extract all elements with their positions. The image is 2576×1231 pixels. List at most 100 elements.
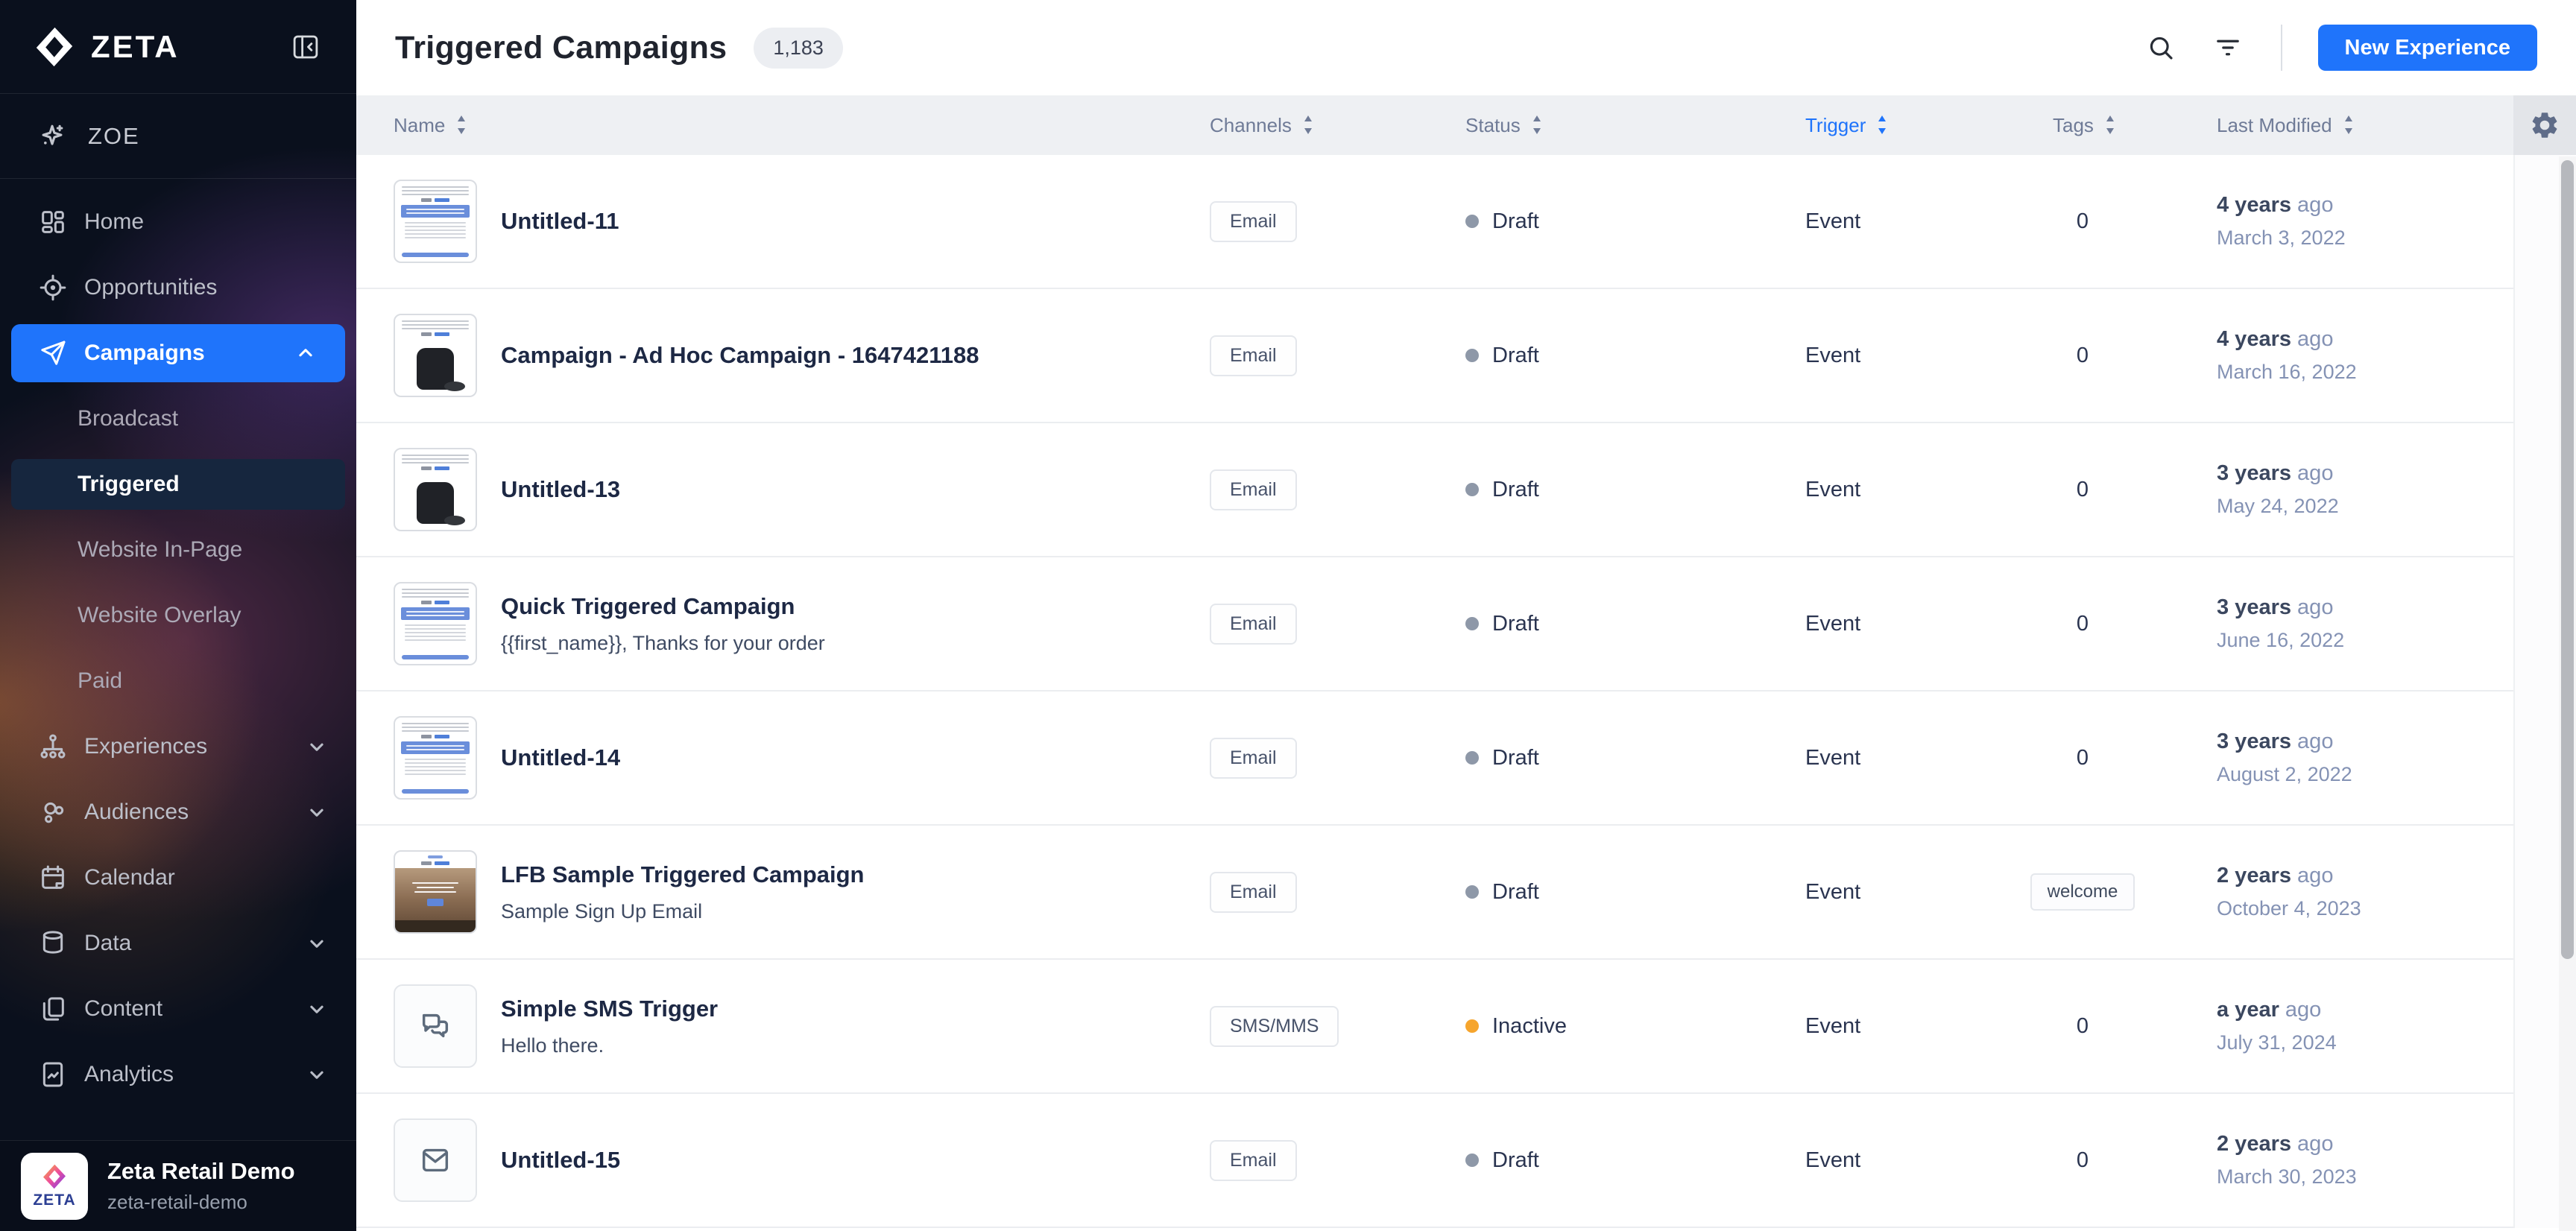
column-label: Tags (2053, 114, 2094, 137)
sitemap-icon (38, 732, 68, 762)
status-label: Draft (1492, 612, 1539, 636)
cell-trigger: Event (1805, 1014, 2030, 1039)
name-wrap: Campaign - Ad Hoc Campaign - 1647421188 (501, 342, 979, 369)
modified-ago: ago (2291, 193, 2333, 217)
campaign-name: Campaign - Ad Hoc Campaign - 1647421188 (501, 342, 979, 369)
sidebar-item-calendar[interactable]: Calendar (0, 845, 356, 911)
table-row[interactable]: Untitled-15EmailDraftEvent02 years agoMa… (356, 1094, 2576, 1228)
cell-channels: Email (1210, 335, 1465, 376)
cell-name: Simple SMS TriggerHello there. (356, 984, 1210, 1068)
database-icon (38, 928, 68, 958)
table-row[interactable]: LFB Sample Triggered CampaignSample Sign… (356, 826, 2576, 960)
sidebar-item-paid[interactable]: Paid (0, 648, 356, 714)
sidebar-item-triggered[interactable]: Triggered (11, 459, 345, 510)
table-row[interactable]: Campaign - Ad Hoc Campaign - 1647421188 E… (356, 289, 2576, 423)
sidebar-item-label: Data (84, 931, 131, 956)
new-experience-button[interactable]: New Experience (2318, 25, 2537, 71)
scrollbar-thumb[interactable] (2561, 160, 2574, 959)
cell-trigger: Event (1805, 344, 2030, 368)
campaign-name: Untitled-15 (501, 1147, 620, 1174)
cell-status: Draft (1465, 1148, 1805, 1173)
status-dot-draft (1465, 617, 1479, 630)
table-row[interactable]: Simple SMS TriggerHello there.SMS/MMSIna… (356, 960, 2576, 1094)
cell-last-modified: 2 years agoOctober 4, 2023 (2217, 864, 2512, 920)
sidebar-item-campaigns[interactable]: Campaigns (11, 324, 345, 382)
cell-status: Draft (1465, 746, 1805, 770)
target-icon (38, 273, 68, 303)
send-icon (38, 338, 68, 368)
filter-button[interactable] (2211, 31, 2245, 65)
campaign-name: Untitled-11 (501, 208, 619, 235)
campaign-thumbnail (394, 180, 477, 263)
sidebar-item-experiences[interactable]: Experiences (0, 714, 356, 779)
pages-icon (38, 994, 68, 1024)
sidebar-item-label: Content (84, 996, 162, 1022)
column-header-trigger[interactable]: Trigger (1805, 113, 2030, 137)
channel-chip: Email (1210, 335, 1297, 376)
doc-chart-icon (38, 1060, 68, 1089)
table-row[interactable]: Untitled-14EmailDraftEvent03 years agoAu… (356, 692, 2576, 826)
sidebar-item-data[interactable]: Data (0, 911, 356, 976)
column-header-status[interactable]: Status (1465, 113, 1805, 137)
cell-status: Draft (1465, 612, 1805, 636)
modified-date: July 31, 2024 (2217, 1031, 2512, 1054)
table-row[interactable]: Quick Triggered Campaign{{first_name}}, … (356, 557, 2576, 692)
cell-tags: 0 (2030, 1148, 2217, 1173)
table-row[interactable]: Untitled-13EmailDraftEvent03 years agoMa… (356, 423, 2576, 557)
modified-relative: 3 years (2217, 595, 2291, 619)
cell-channels: SMS/MMS (1210, 1006, 1465, 1047)
filter-icon (2212, 32, 2244, 63)
sidebar-collapse-button[interactable] (288, 29, 323, 65)
status-dot-draft (1465, 349, 1479, 362)
sidebar-item-website-overlay[interactable]: Website Overlay (0, 583, 356, 648)
modified-ago: ago (2291, 730, 2333, 753)
sidebar-item-analytics[interactable]: Analytics (0, 1042, 356, 1107)
sidebar-item-zoe[interactable]: ZOE (0, 94, 356, 179)
workspace-switcher[interactable]: ZETA Zeta Retail Demo zeta-retail-demo (0, 1140, 356, 1231)
sidebar-item-label: Campaigns (84, 341, 205, 366)
topbar-actions: New Experience (2144, 25, 2537, 71)
campaign-thumbnail (394, 716, 477, 800)
sidebar-item-opportunities[interactable]: Opportunities (0, 255, 356, 320)
column-header-channels[interactable]: Channels (1210, 113, 1465, 137)
sort-icon (454, 113, 469, 137)
search-button[interactable] (2144, 31, 2178, 65)
sidebar-item-label: Audiences (84, 800, 189, 825)
sidebar-item-website-in-page[interactable]: Website In-Page (0, 517, 356, 583)
status-label: Draft (1492, 209, 1539, 234)
cell-tags: 0 (2030, 746, 2217, 770)
sidebar-item-broadcast[interactable]: Broadcast (0, 386, 356, 452)
search-icon (2145, 32, 2176, 63)
cell-tags: 0 (2030, 478, 2217, 502)
modified-relative: 4 years (2217, 193, 2291, 217)
column-header-modified[interactable]: Last Modified (2217, 113, 2512, 137)
table-settings-button[interactable] (2513, 95, 2576, 155)
modified-date: June 16, 2022 (2217, 629, 2512, 652)
modified-relative: a year (2217, 998, 2279, 1022)
name-wrap: Simple SMS TriggerHello there. (501, 996, 718, 1057)
main-content: Triggered Campaigns 1,183 New Experience… (356, 0, 2576, 1231)
column-label: Channels (1210, 114, 1292, 137)
chat-bubbles-icon (418, 1009, 452, 1043)
column-header-name[interactable]: Name (356, 113, 1210, 137)
sidebar-item-label: Broadcast (78, 406, 178, 431)
cell-name: Campaign - Ad Hoc Campaign - 1647421188 (356, 314, 1210, 397)
modified-relative: 4 years (2217, 327, 2291, 351)
modified-date: May 24, 2022 (2217, 495, 2512, 518)
cell-trigger: Event (1805, 746, 2030, 770)
modified-ago: ago (2279, 998, 2321, 1022)
column-header-tags[interactable]: Tags (2030, 113, 2217, 137)
status-label: Draft (1492, 746, 1539, 770)
status-dot-draft (1465, 751, 1479, 765)
cell-name: Untitled-15 (356, 1118, 1210, 1202)
sidebar-item-home[interactable]: Home (0, 189, 356, 255)
cell-last-modified: 4 years agoMarch 16, 2022 (2217, 327, 2512, 384)
sidebar-item-audiences[interactable]: Audiences (0, 779, 356, 845)
table-row[interactable]: Untitled-11EmailDraftEvent04 years agoMa… (356, 155, 2576, 289)
workspace-logo: ZETA (21, 1153, 88, 1220)
brand-text: ZETA (91, 29, 180, 65)
sidebar-item-content[interactable]: Content (0, 976, 356, 1042)
name-wrap: Untitled-14 (501, 744, 620, 771)
channel-chip: Email (1210, 469, 1297, 510)
modified-ago: ago (2291, 1132, 2333, 1156)
